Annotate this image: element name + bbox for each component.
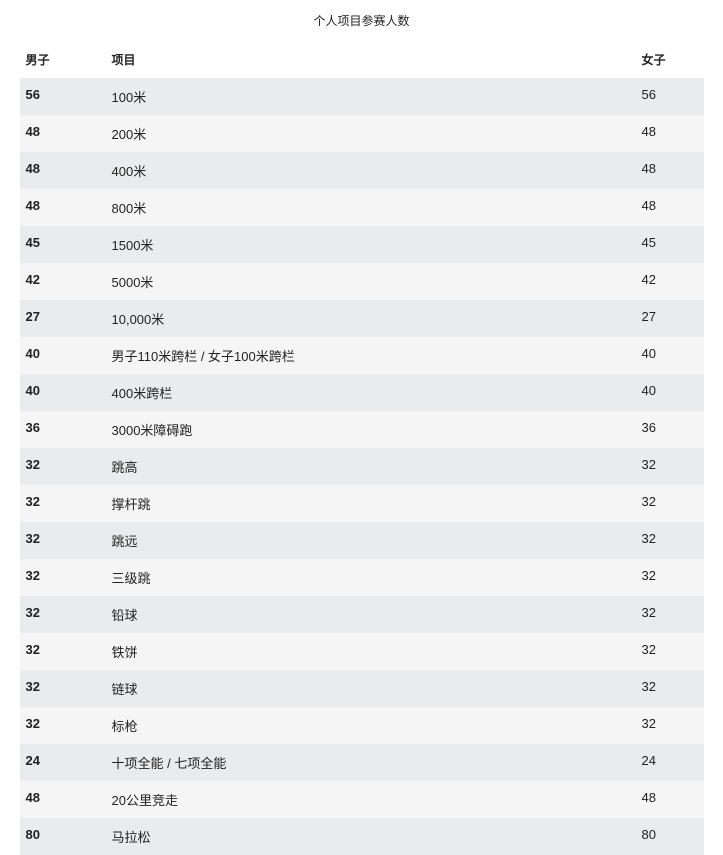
- table-row: 80马拉松80: [20, 818, 704, 855]
- participants-table: 男子 项目 女子 56100米5648200米4848400米4848800米4…: [20, 43, 704, 855]
- table-row: 32铅球32: [20, 596, 704, 633]
- cell-event: 铅球: [112, 605, 642, 624]
- table-caption: 个人项目参赛人数: [0, 0, 723, 43]
- cell-women: 48: [642, 161, 702, 180]
- cell-women: 27: [642, 309, 702, 328]
- table-row: 32跳远32: [20, 522, 704, 559]
- cell-men: 48: [22, 790, 112, 809]
- cell-men: 32: [22, 605, 112, 624]
- header-women: 女子: [642, 51, 702, 68]
- cell-men: 56: [22, 87, 112, 106]
- cell-men: 32: [22, 494, 112, 513]
- cell-men: 32: [22, 531, 112, 550]
- table-row: 2710,000米27: [20, 300, 704, 337]
- cell-women: 32: [642, 605, 702, 624]
- cell-event: 十项全能 / 七项全能: [112, 753, 642, 772]
- table-row: 32链球32: [20, 670, 704, 707]
- cell-women: 32: [642, 494, 702, 513]
- cell-women: 42: [642, 272, 702, 291]
- table-header-row: 男子 项目 女子: [20, 43, 704, 78]
- cell-men: 24: [22, 753, 112, 772]
- cell-women: 40: [642, 346, 702, 365]
- table-row: 451500米45: [20, 226, 704, 263]
- cell-women: 32: [642, 457, 702, 476]
- cell-women: 48: [642, 790, 702, 809]
- table-row: 425000米42: [20, 263, 704, 300]
- table-row: 24十项全能 / 七项全能24: [20, 744, 704, 781]
- cell-event: 20公里竞走: [112, 790, 642, 809]
- cell-event: 10,000米: [112, 309, 642, 328]
- cell-women: 56: [642, 87, 702, 106]
- cell-event: 三级跳: [112, 568, 642, 587]
- cell-men: 40: [22, 346, 112, 365]
- cell-men: 48: [22, 124, 112, 143]
- cell-event: 100米: [112, 87, 642, 106]
- cell-men: 32: [22, 716, 112, 735]
- cell-women: 32: [642, 716, 702, 735]
- table-row: 48400米48: [20, 152, 704, 189]
- cell-men: 42: [22, 272, 112, 291]
- cell-event: 200米: [112, 124, 642, 143]
- table-row: 32撑杆跳32: [20, 485, 704, 522]
- table-row: 40400米跨栏40: [20, 374, 704, 411]
- cell-event: 男子110米跨栏 / 女子100米跨栏: [112, 346, 642, 365]
- cell-event: 撑杆跳: [112, 494, 642, 513]
- cell-men: 32: [22, 679, 112, 698]
- cell-event: 铁饼: [112, 642, 642, 661]
- table-row: 48800米48: [20, 189, 704, 226]
- table-row: 56100米56: [20, 78, 704, 115]
- table-row: 40男子110米跨栏 / 女子100米跨栏40: [20, 337, 704, 374]
- cell-women: 45: [642, 235, 702, 254]
- cell-women: 32: [642, 531, 702, 550]
- table-row: 32铁饼32: [20, 633, 704, 670]
- table-row: 363000米障碍跑36: [20, 411, 704, 448]
- cell-men: 36: [22, 420, 112, 439]
- cell-event: 3000米障碍跑: [112, 420, 642, 439]
- cell-women: 48: [642, 198, 702, 217]
- cell-women: 24: [642, 753, 702, 772]
- cell-men: 27: [22, 309, 112, 328]
- cell-men: 48: [22, 198, 112, 217]
- cell-women: 32: [642, 642, 702, 661]
- cell-men: 32: [22, 642, 112, 661]
- header-men: 男子: [22, 51, 112, 68]
- cell-event: 标枪: [112, 716, 642, 735]
- cell-event: 400米跨栏: [112, 383, 642, 402]
- cell-women: 32: [642, 679, 702, 698]
- cell-women: 32: [642, 568, 702, 587]
- cell-event: 400米: [112, 161, 642, 180]
- cell-women: 80: [642, 827, 702, 846]
- cell-event: 5000米: [112, 272, 642, 291]
- cell-event: 跳高: [112, 457, 642, 476]
- cell-event: 跳远: [112, 531, 642, 550]
- table-row: 32三级跳32: [20, 559, 704, 596]
- cell-women: 40: [642, 383, 702, 402]
- cell-women: 36: [642, 420, 702, 439]
- table-row: 4820公里竞走48: [20, 781, 704, 818]
- cell-event: 800米: [112, 198, 642, 217]
- cell-event: 1500米: [112, 235, 642, 254]
- cell-women: 48: [642, 124, 702, 143]
- cell-men: 32: [22, 568, 112, 587]
- table-row: 32跳高32: [20, 448, 704, 485]
- cell-men: 40: [22, 383, 112, 402]
- cell-men: 45: [22, 235, 112, 254]
- table-row: 48200米48: [20, 115, 704, 152]
- cell-event: 马拉松: [112, 827, 642, 846]
- cell-men: 32: [22, 457, 112, 476]
- header-event: 项目: [112, 51, 642, 68]
- cell-event: 链球: [112, 679, 642, 698]
- table-row: 32标枪32: [20, 707, 704, 744]
- cell-men: 48: [22, 161, 112, 180]
- cell-men: 80: [22, 827, 112, 846]
